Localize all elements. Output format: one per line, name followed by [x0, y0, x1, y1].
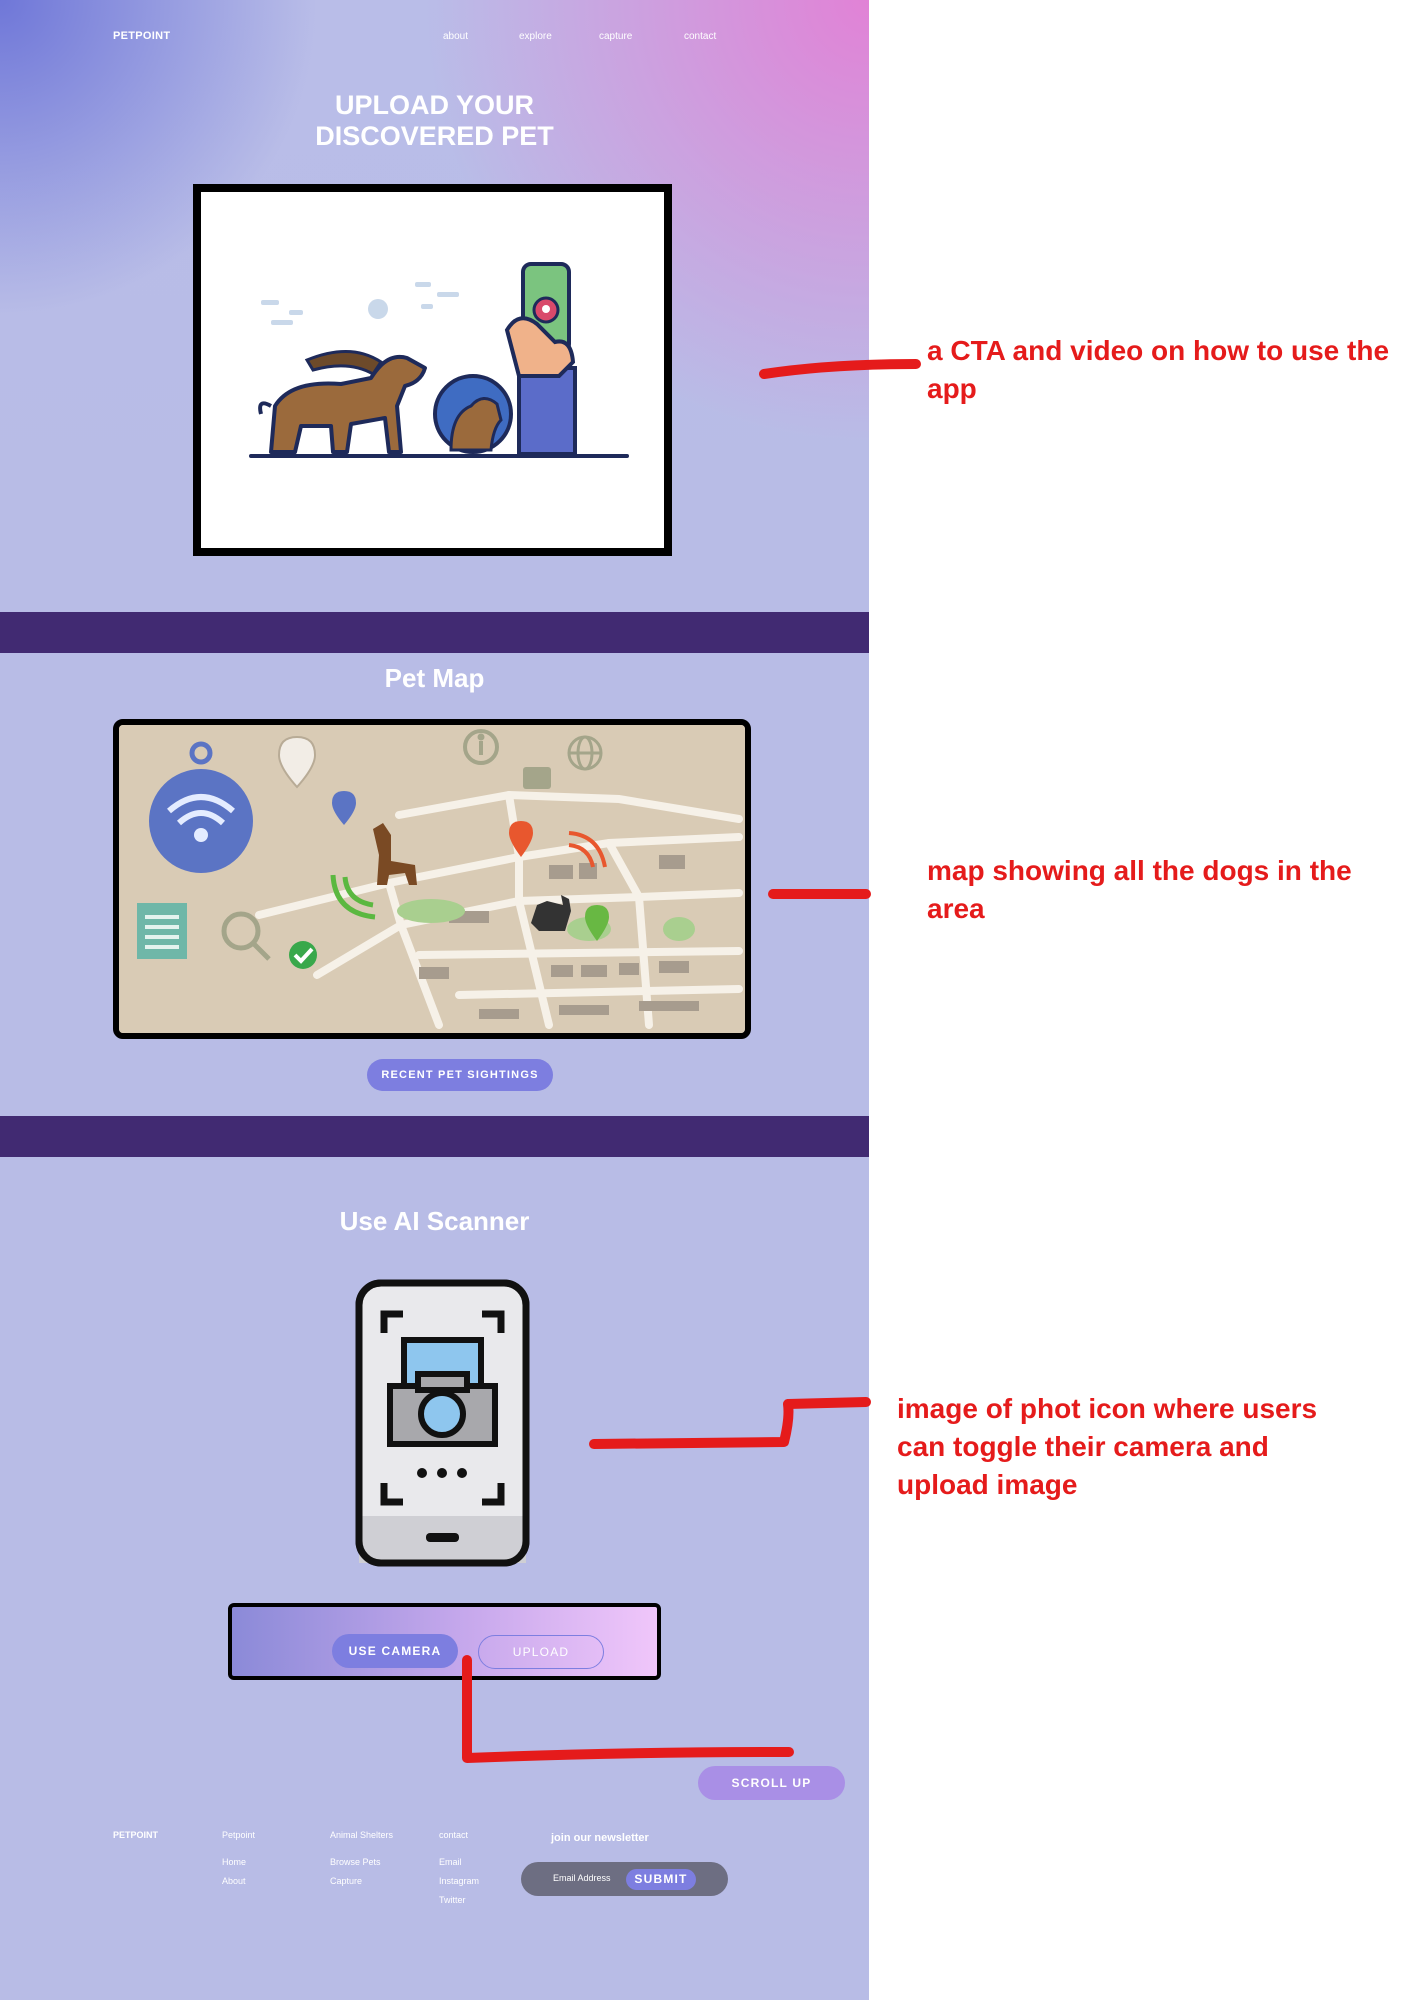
annotation-1-line-1: a CTA and video on how to use the — [927, 335, 1390, 366]
annotation-strokes — [462, 359, 921, 1763]
annotation-scanner: image of phot icon where users can toggl… — [897, 1390, 1317, 1504]
annotation-3-line-2: can toggle their camera and — [897, 1431, 1269, 1462]
annotation-2-line-2: area — [927, 893, 985, 924]
annotation-map: map showing all the dogs in the area — [927, 852, 1352, 928]
annotation-cta-video: a CTA and video on how to use the app — [927, 332, 1389, 408]
annotation-3-line-3: upload image — [897, 1469, 1078, 1500]
annotation-2-line-1: map showing all the dogs in the — [927, 855, 1352, 886]
annotation-1-line-2: app — [927, 373, 977, 404]
annotation-3-line-1: image of phot icon where users — [897, 1393, 1318, 1424]
